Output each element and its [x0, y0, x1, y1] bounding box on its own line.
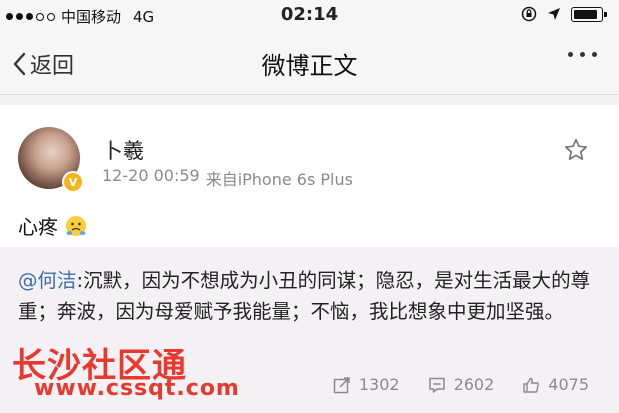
repost-text: @何洁:沉默，因为不想成为小丑的同谋；隐忍，是对生活最大的尊重；奔波，因为母爱赋…: [18, 265, 596, 327]
orientation-lock-icon: [521, 6, 537, 22]
more-dot-icon: [592, 52, 597, 57]
verified-badge-icon: V: [62, 171, 84, 193]
battery-icon: [571, 6, 607, 22]
thumbs-up-icon: [523, 377, 540, 393]
favorite-star-icon[interactable]: [563, 137, 589, 163]
repost-actions: 1302 2602 4075: [333, 375, 589, 394]
site-watermark: 长沙社区通 www.cssqt.com: [12, 338, 239, 402]
page-title: 微博正文: [261, 52, 358, 80]
comment-count: 2602: [453, 375, 495, 394]
more-options-button[interactable]: [568, 52, 597, 57]
share-icon: [333, 376, 350, 393]
like-count-button[interactable]: 4075: [522, 375, 589, 394]
status-bar: 中国移动 4G 02:14: [0, 0, 619, 32]
nav-bar: 返回 微博正文: [0, 32, 619, 95]
like-count: 4075: [548, 375, 589, 394]
post-meta: 12-20 00:59 来自iPhone 6s Plus: [102, 166, 353, 190]
repost-body: :沉默，因为不想成为小丑的同谋；隐忍，是对生活最大的尊重；奔波，因为母爱赋予我能…: [18, 269, 591, 323]
post-body: 心疼: [18, 215, 58, 239]
repost-count-button[interactable]: 1302: [333, 375, 400, 394]
comment-icon: [428, 377, 445, 393]
status-right: [521, 6, 607, 22]
comment-count-button[interactable]: 2602: [428, 375, 495, 394]
emoji-face-icon: [66, 215, 86, 236]
repost-count: 1302: [358, 375, 400, 394]
more-dot-icon: [568, 52, 573, 57]
post-source: 来自iPhone 6s Plus: [205, 170, 353, 189]
post-text: 心疼: [18, 211, 88, 240]
repost-mention[interactable]: @何洁: [18, 269, 77, 292]
location-arrow-icon: [548, 8, 560, 20]
post-timestamp: 12-20 00:59: [102, 166, 200, 185]
more-dot-icon: [580, 52, 585, 57]
watermark-url: www.cssqt.com: [34, 376, 240, 401]
username[interactable]: 卜羲: [102, 135, 144, 165]
